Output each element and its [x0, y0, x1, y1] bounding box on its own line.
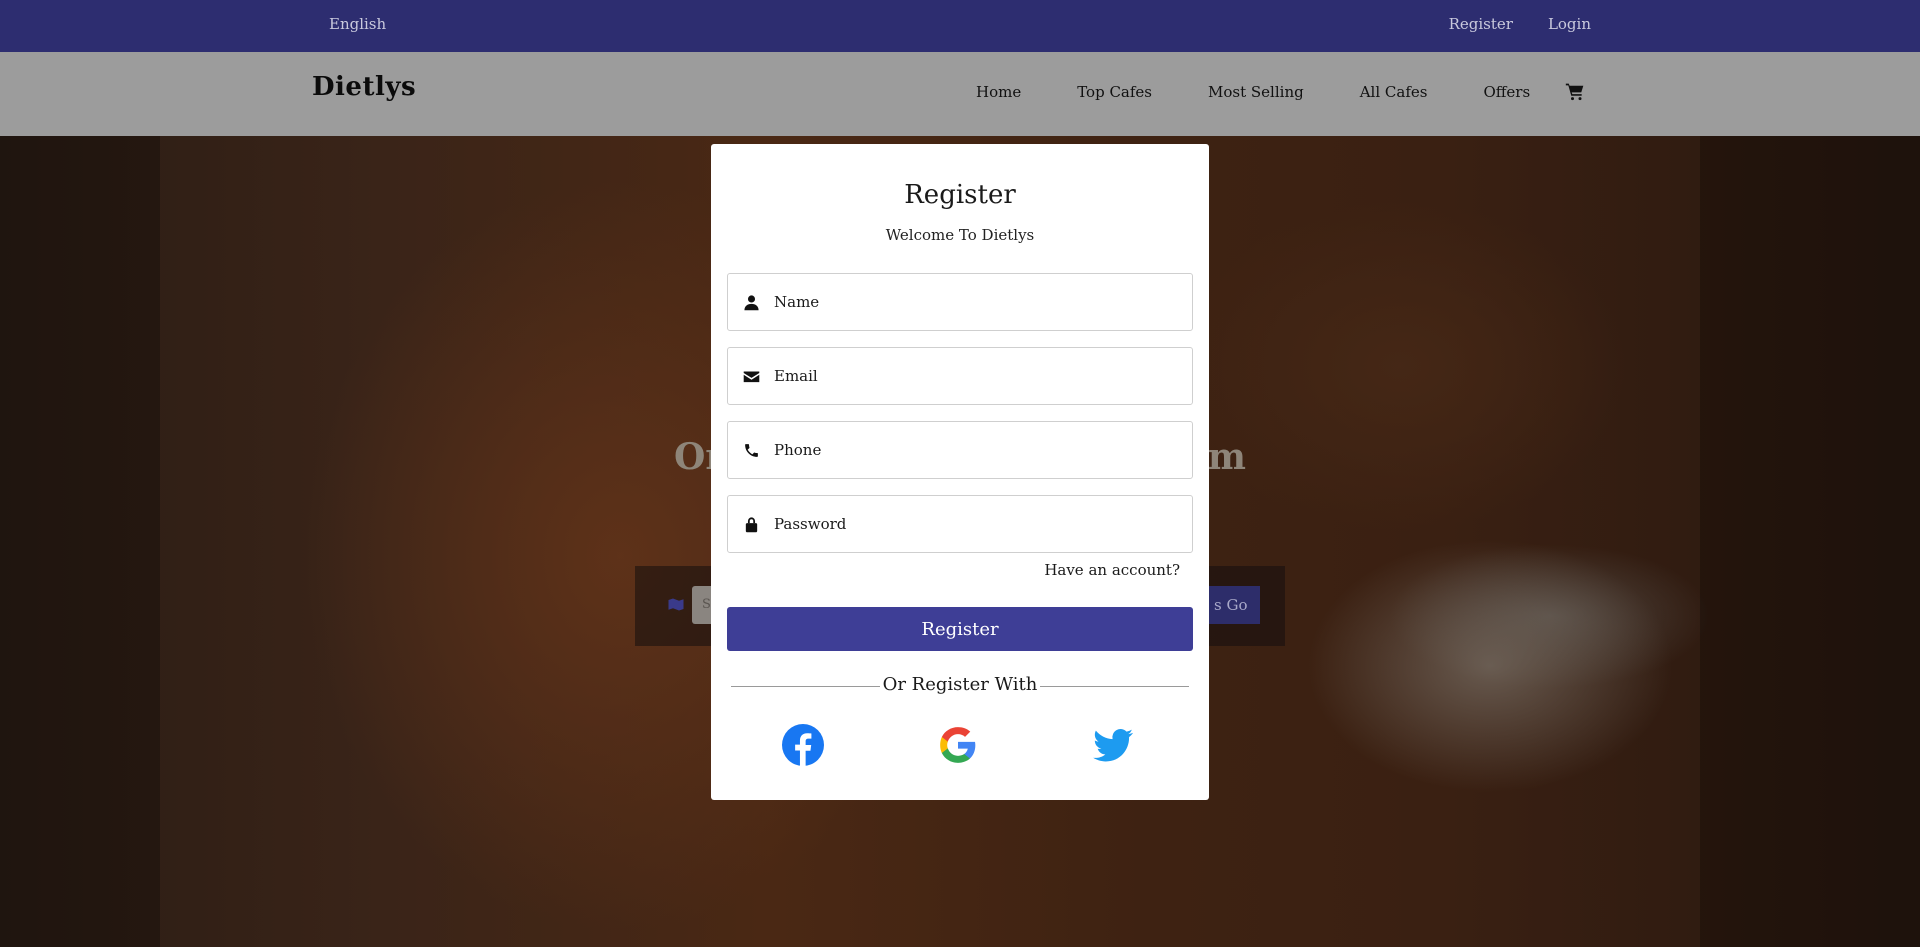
cart-icon[interactable]	[1565, 82, 1585, 102]
login-link[interactable]: Login	[1548, 15, 1591, 33]
nav-home[interactable]: Home	[976, 83, 1021, 101]
email-input[interactable]	[774, 348, 1174, 404]
background-shadow	[0, 136, 160, 947]
name-input[interactable]	[774, 274, 1174, 330]
nav-all-cafes[interactable]: All Cafes	[1360, 83, 1428, 101]
name-field[interactable]	[727, 273, 1193, 331]
divider-text: Or Register With	[882, 674, 1038, 695]
divider-line	[1040, 686, 1189, 687]
have-account-link[interactable]: Have an account?	[1044, 561, 1180, 579]
modal-subtitle: Welcome To Dietlys	[885, 226, 1035, 244]
modal-title: Register	[904, 180, 1016, 210]
hero-go-button[interactable]: s Go	[1200, 586, 1260, 624]
register-link[interactable]: Register	[1449, 15, 1513, 33]
brand-logo[interactable]: Dietlys	[312, 72, 416, 102]
user-icon	[744, 295, 759, 311]
top-bar: English Register Login	[0, 0, 1920, 52]
register-modal: Register Welcome To Dietlys Have an acco…	[711, 144, 1209, 800]
social-divider: Or Register With	[731, 674, 1189, 698]
map-icon	[668, 598, 684, 611]
envelope-icon	[743, 371, 760, 383]
nav-most-selling[interactable]: Most Selling	[1208, 83, 1304, 101]
main-navbar: Dietlys Home Top Cafes Most Selling All …	[0, 52, 1920, 136]
phone-icon	[745, 444, 758, 457]
facebook-icon[interactable]	[782, 724, 824, 766]
register-button[interactable]: Register	[727, 607, 1193, 651]
background-shadow	[1700, 136, 1920, 947]
password-input[interactable]	[774, 496, 1174, 552]
lock-icon	[745, 517, 758, 533]
nav-links: Home Top Cafes Most Selling All Cafes Of…	[976, 83, 1530, 101]
password-field[interactable]	[727, 495, 1193, 553]
nav-top-cafes[interactable]: Top Cafes	[1077, 83, 1152, 101]
google-icon[interactable]	[937, 724, 979, 766]
twitter-icon[interactable]	[1092, 724, 1134, 766]
email-field[interactable]	[727, 347, 1193, 405]
auth-links: Register Login	[1449, 15, 1591, 33]
nav-offers[interactable]: Offers	[1483, 83, 1530, 101]
phone-field[interactable]	[727, 421, 1193, 479]
language-selector[interactable]: English	[329, 15, 386, 33]
phone-input[interactable]	[774, 422, 1174, 478]
